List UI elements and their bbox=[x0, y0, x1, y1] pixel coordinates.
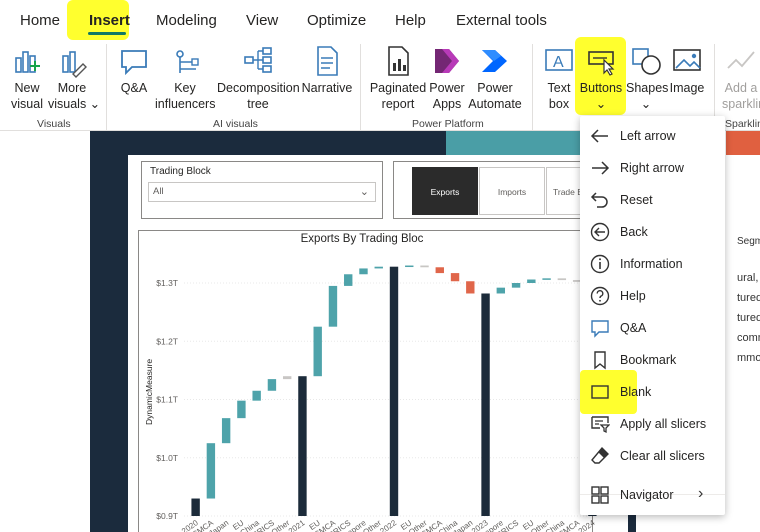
menu-item-blank[interactable]: Blank bbox=[580, 376, 725, 408]
blank-icon bbox=[591, 385, 609, 399]
waterfall-bar bbox=[221, 418, 231, 444]
navigator-icon bbox=[591, 486, 609, 504]
waterfall-bar bbox=[237, 400, 246, 419]
waterfall-bar bbox=[466, 281, 475, 294]
waterfall-bar bbox=[496, 287, 506, 294]
waterfall-bar bbox=[298, 376, 307, 516]
waterfall-bar bbox=[328, 285, 338, 327]
menu-item-label: Blank bbox=[620, 385, 652, 399]
information-icon bbox=[590, 254, 610, 274]
menu-item-qa[interactable]: Q&A bbox=[580, 312, 725, 344]
left-arrow-icon bbox=[590, 129, 608, 143]
menu-item-label: Right arrow bbox=[620, 161, 684, 175]
waterfall-bar bbox=[389, 266, 399, 516]
waterfall-bar bbox=[450, 273, 460, 282]
menu-item-reset[interactable]: Reset bbox=[580, 184, 725, 216]
menu-item-back[interactable]: Back bbox=[580, 216, 725, 248]
waterfall-bar bbox=[557, 278, 567, 281]
waterfall-bar bbox=[511, 283, 521, 288]
waterfall-bar bbox=[359, 268, 368, 275]
menu-item-label: Left arrow bbox=[620, 129, 676, 143]
waterfall-bar bbox=[282, 376, 292, 380]
waterfall-bar bbox=[435, 267, 444, 274]
y-tick-label: $1.2T bbox=[156, 336, 178, 346]
chevron-right-icon: › bbox=[698, 485, 704, 502]
y-tick-label: $1.0T bbox=[156, 453, 178, 463]
menu-item-label: Q&A bbox=[620, 321, 647, 335]
menu-item-label: Navigator bbox=[620, 488, 674, 502]
y-tick-label: $1.3T bbox=[156, 278, 178, 288]
right-visual-text-3: tured c bbox=[737, 312, 760, 324]
waterfall-bar bbox=[344, 274, 353, 286]
menu-item-information[interactable]: Information bbox=[580, 248, 725, 280]
apply-slicers-icon bbox=[591, 416, 610, 434]
waterfall-bar bbox=[542, 278, 551, 280]
menu-item-navigator[interactable]: Navigator › bbox=[580, 479, 725, 511]
right-visual-text-5: mmodi bbox=[737, 352, 760, 364]
y-tick-label: $0.9T bbox=[156, 511, 178, 521]
menu-item-label: Back bbox=[620, 225, 648, 239]
back-icon bbox=[590, 222, 610, 242]
waterfall-bar bbox=[313, 326, 322, 377]
waterfall-bar bbox=[267, 379, 277, 391]
menu-item-clear-all-slicers[interactable]: Clear all slicers bbox=[580, 440, 725, 472]
menu-item-help[interactable]: Help bbox=[580, 280, 725, 312]
menu-item-label: Information bbox=[620, 257, 683, 271]
qa-icon bbox=[591, 320, 609, 338]
bookmark-icon bbox=[594, 351, 606, 370]
menu-item-left-arrow[interactable]: Left arrow bbox=[580, 120, 725, 152]
waterfall-bar bbox=[527, 279, 536, 283]
reset-icon bbox=[590, 192, 608, 208]
waterfall-bar bbox=[252, 390, 261, 401]
menu-item-apply-all-slicers[interactable]: Apply all slicers bbox=[580, 408, 725, 440]
buttons-dropdown-menu: Left arrow Right arrow Reset Back Inform… bbox=[580, 116, 725, 515]
waterfall-bar bbox=[191, 498, 200, 516]
help-icon bbox=[590, 286, 610, 306]
menu-item-label: Apply all slicers bbox=[620, 417, 707, 431]
menu-item-label: Reset bbox=[620, 193, 653, 207]
y-tick-label: $1.1T bbox=[156, 395, 178, 405]
menu-item-label: Clear all slicers bbox=[620, 449, 705, 463]
waterfall-bar bbox=[206, 443, 216, 499]
menu-item-label: Help bbox=[620, 289, 646, 303]
waterfall-bar bbox=[481, 293, 490, 516]
right-visual-header: Segmen bbox=[737, 236, 760, 247]
y-axis-label: DynamicMeasure bbox=[144, 359, 154, 425]
waterfall-bar bbox=[405, 265, 414, 268]
right-arrow-icon bbox=[592, 161, 610, 175]
right-visual-text-2: tured c bbox=[737, 292, 760, 304]
menu-item-right-arrow[interactable]: Right arrow bbox=[580, 152, 725, 184]
right-visual-text-1: ural, for bbox=[737, 272, 760, 284]
waterfall-bar bbox=[420, 265, 429, 268]
waterfall-bar bbox=[374, 266, 383, 269]
menu-item-label: Bookmark bbox=[620, 353, 677, 367]
right-visual-text-4: commo bbox=[737, 332, 760, 344]
clear-slicers-icon bbox=[591, 446, 609, 464]
